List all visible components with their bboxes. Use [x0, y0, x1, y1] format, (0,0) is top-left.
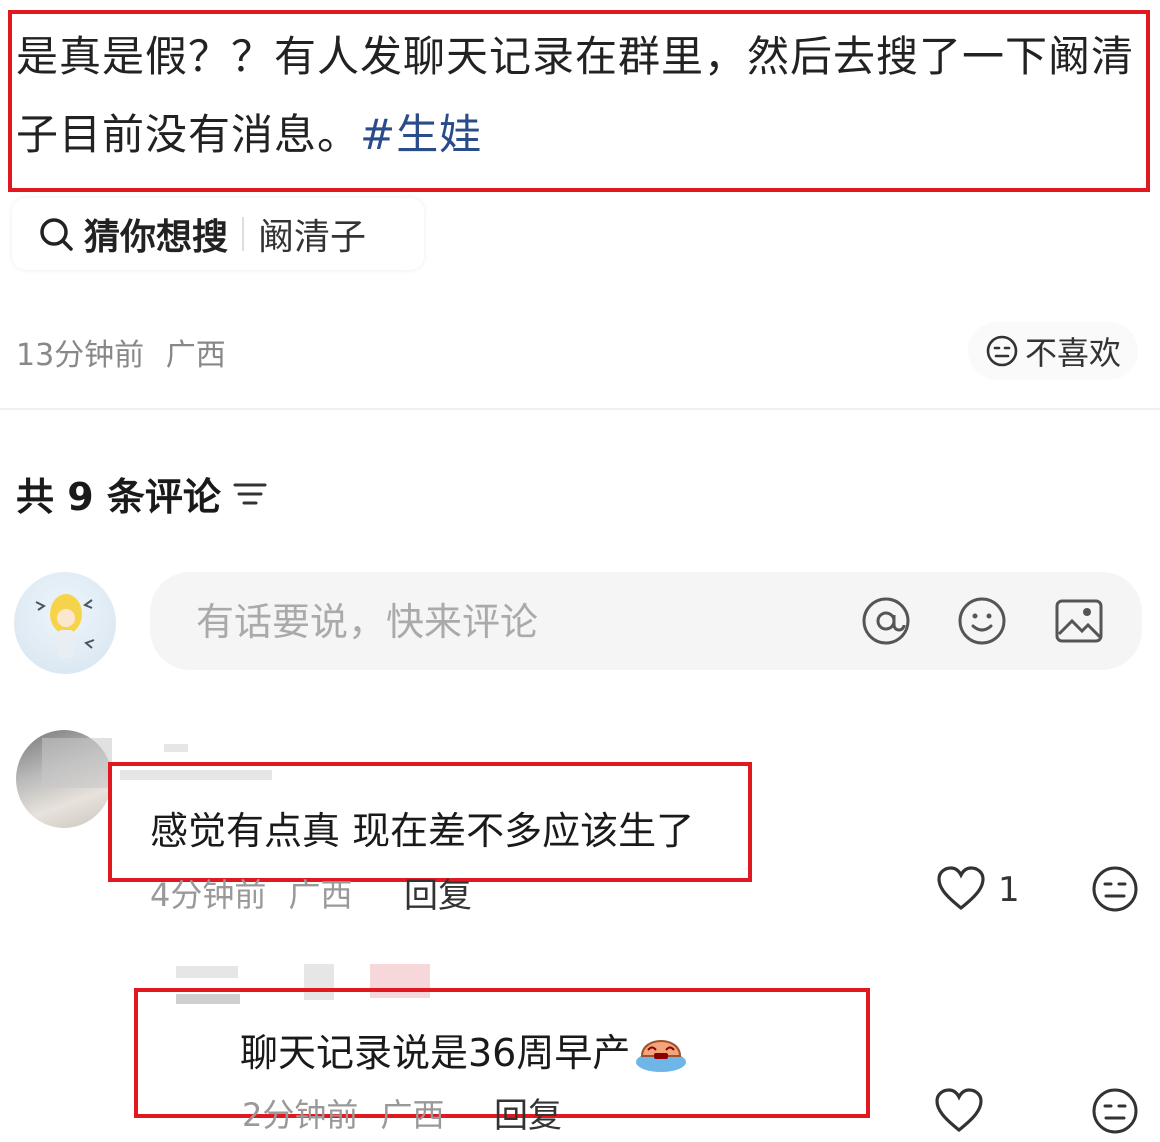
search-icon	[40, 218, 73, 251]
comment-location: 广西	[288, 876, 353, 914]
dislike-face-icon[interactable]	[1090, 1086, 1140, 1136]
comment-count: 共 9 条评论	[16, 475, 221, 519]
reply-button[interactable]: 回复	[404, 868, 472, 917]
dislike-face-icon[interactable]	[1090, 864, 1140, 914]
comment-time: 4分钟前	[150, 876, 267, 914]
comment-input-box[interactable]	[150, 572, 1142, 670]
section-divider	[0, 408, 1160, 410]
post-time: 13分钟前	[16, 338, 145, 373]
heart-icon[interactable]	[934, 1088, 984, 1134]
suggested-search-label: 猜你想搜	[84, 217, 229, 258]
comment-input[interactable]	[194, 594, 818, 650]
username-blurred	[176, 966, 238, 978]
neutral-face-icon	[986, 335, 1018, 367]
at-mention-icon[interactable]	[860, 595, 912, 647]
reply-time: 2分钟前	[242, 1096, 359, 1134]
sort-icon[interactable]	[233, 479, 267, 509]
avatar-mosaic	[42, 738, 112, 788]
divider	[242, 217, 245, 251]
reply-button[interactable]: 回复	[494, 1088, 562, 1137]
highlight-box-post	[8, 10, 1150, 192]
emoji-icon[interactable]	[956, 595, 1008, 647]
dislike-label: 不喜欢	[1024, 334, 1121, 372]
image-icon[interactable]	[1054, 598, 1104, 644]
suggested-search[interactable]: 猜你想搜 阚清子	[12, 198, 424, 270]
dislike-button[interactable]: 不喜欢	[968, 322, 1138, 380]
heart-icon[interactable]	[936, 866, 986, 912]
avatar-illustration	[35, 594, 95, 658]
reply-location: 广西	[380, 1096, 445, 1134]
like-count: 1	[998, 870, 1020, 910]
suggested-search-term[interactable]: 阚清子	[258, 208, 366, 260]
username-blurred-top	[164, 744, 188, 752]
highlight-box-comment	[108, 762, 752, 882]
avatar	[14, 572, 116, 674]
reply-meta: 2分钟前 广西	[242, 1090, 445, 1136]
post-meta: 13分钟前 广西	[16, 330, 226, 374]
comments-header: 共 9 条评论	[16, 466, 267, 521]
post-location: 广西	[165, 338, 226, 373]
comment-meta: 4分钟前 广西	[150, 870, 353, 916]
